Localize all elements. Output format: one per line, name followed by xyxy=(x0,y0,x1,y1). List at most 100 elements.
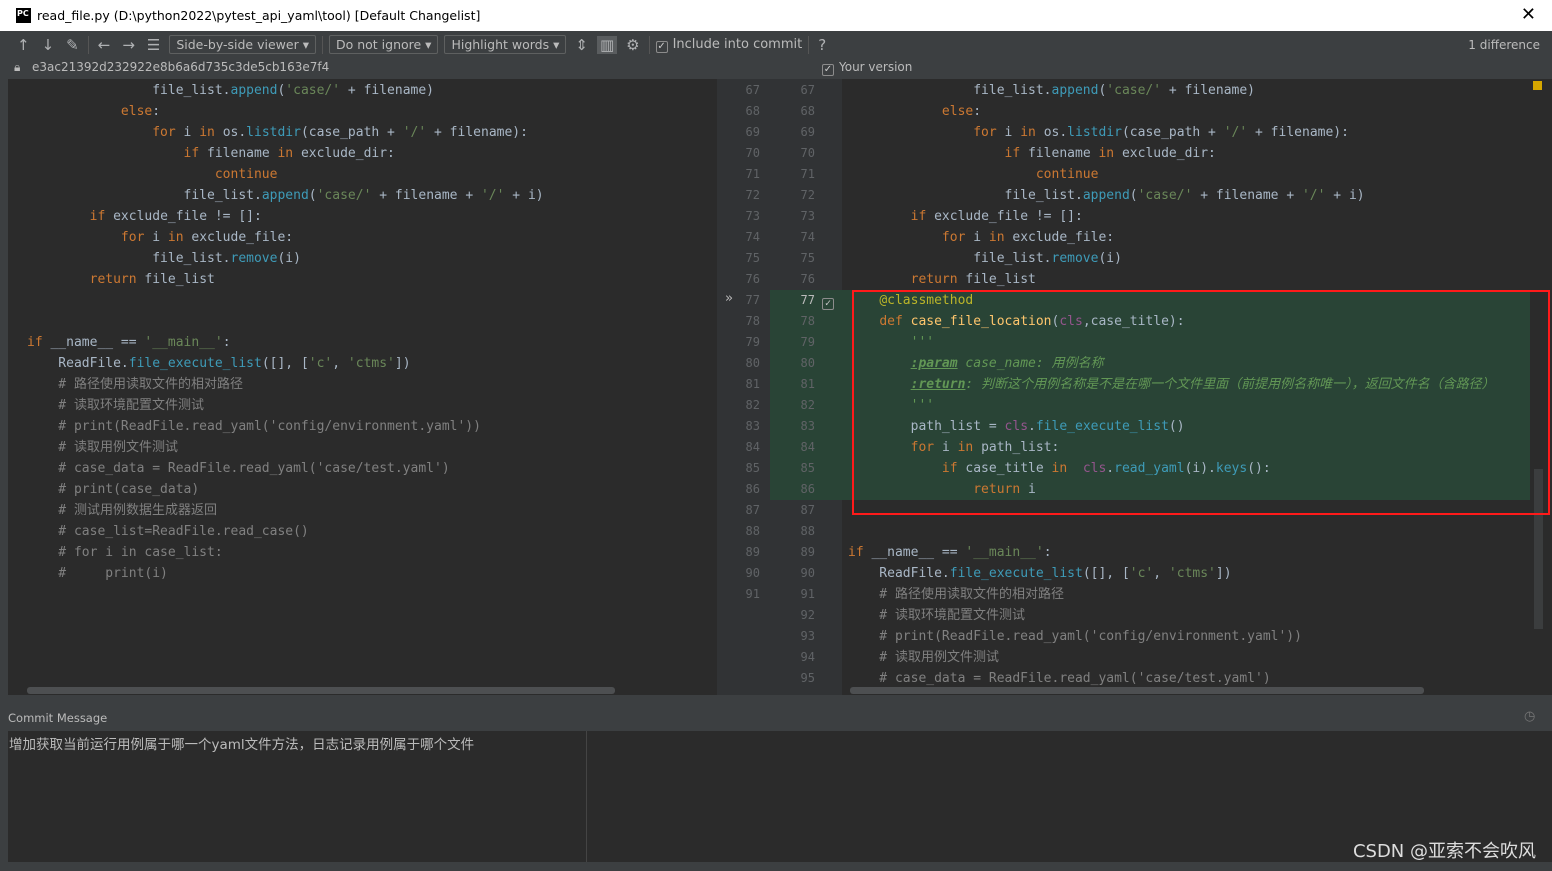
code-token: exclude_file: xyxy=(191,230,294,245)
code-token: i xyxy=(152,230,168,245)
code-line: file_list.append('case/' + filename + '/… xyxy=(8,185,717,206)
your-version-checkbox[interactable]: ✓ xyxy=(822,64,834,76)
code-line: if __name__ == '__main__': xyxy=(842,542,1530,563)
code-token: , xyxy=(332,356,348,371)
code-token: remove xyxy=(1051,251,1099,266)
viewer-dropdown[interactable]: Side-by-side viewer xyxy=(169,35,316,54)
code-line: for i in exclude_file: xyxy=(842,227,1530,248)
your-version-label: Your version xyxy=(839,60,913,74)
include-change-checkbox[interactable]: ✓ xyxy=(822,298,834,310)
code-line: else: xyxy=(842,101,1530,122)
list-icon[interactable]: ☰ xyxy=(144,36,163,54)
gear-icon[interactable]: ⚙ xyxy=(623,36,642,54)
close-icon[interactable]: ✕ xyxy=(1521,4,1536,25)
left-line-number: 88 xyxy=(745,524,760,538)
commit-message-input[interactable]: 增加获取当前运行用例属于哪一个yaml文件方法，日志记录用例属于哪个文件 xyxy=(8,731,586,862)
code-line: # for i in case_list: xyxy=(8,542,717,563)
code-token: listdir xyxy=(1067,125,1122,140)
collapse-icon[interactable]: ⇕ xyxy=(572,36,591,54)
code-token: return xyxy=(89,272,145,287)
code-token: file_execute_list xyxy=(949,566,1083,581)
highlight-box xyxy=(852,290,1550,515)
code-token: file_execute_list xyxy=(128,356,262,371)
edit-icon[interactable]: ✎ xyxy=(63,36,82,54)
code-line: # case_list=ReadFile.read_case() xyxy=(8,521,717,542)
code-token: file_list. xyxy=(27,251,231,266)
divider xyxy=(808,35,810,54)
right-line-number: 83 xyxy=(800,419,815,433)
code-token: file_list xyxy=(144,272,215,287)
code-token: 'c' xyxy=(308,356,333,371)
code-token: + filename) xyxy=(1161,83,1256,98)
code-line: else: xyxy=(8,101,717,122)
code-token: ( xyxy=(308,188,317,203)
sync-scroll-icon[interactable]: ▥ xyxy=(596,35,618,54)
left-line-number: 68 xyxy=(745,104,760,118)
watermark: CSDN @亚索不会吹风 xyxy=(1352,841,1536,862)
code-token: __name__ == xyxy=(50,335,145,350)
right-line-number: 91 xyxy=(800,587,815,601)
code-line: # print(ReadFile.read_yaml('config/envir… xyxy=(8,416,717,437)
code-line: # 读取环境配置文件测试 xyxy=(842,605,1530,626)
code-line: # case_data = ReadFile.read_yaml('case/t… xyxy=(8,458,717,479)
checkbox-icon[interactable]: ✓ xyxy=(655,40,668,53)
code-token: ([], [ xyxy=(261,356,309,371)
divider xyxy=(321,35,323,54)
history-icon[interactable]: ◷ xyxy=(1524,709,1535,724)
code-token: for xyxy=(152,125,184,140)
apply-change-icon[interactable]: » xyxy=(725,291,733,306)
ignore-dropdown[interactable]: Do not ignore xyxy=(328,35,439,54)
include-commit-checkbox[interactable]: ✓ Include into commit xyxy=(655,37,802,53)
code-line: # 读取环境配置文件测试 xyxy=(8,395,717,416)
code-line: continue xyxy=(842,164,1530,185)
code-token: else xyxy=(120,104,153,119)
code-token: file_list. xyxy=(848,188,1083,203)
right-line-number: 74 xyxy=(800,230,815,244)
difference-count: 1 difference xyxy=(1468,38,1540,52)
arrow-up-icon[interactable]: ↑ xyxy=(14,36,33,54)
left-editor[interactable]: file_list.append('case/' + filename) els… xyxy=(8,79,717,695)
code-token: exclude_file != []: xyxy=(934,209,1083,224)
revision-hash: e3ac21392d232922e8b6a6d735c3de5cb163e7f4 xyxy=(32,60,330,74)
code-token: for xyxy=(941,230,974,245)
code-token: + filename): xyxy=(426,125,528,140)
code-token: file_list. xyxy=(27,83,231,98)
right-line-number: 86 xyxy=(800,482,815,496)
code-token: : xyxy=(973,104,982,119)
left-horizontal-scrollbar[interactable] xyxy=(27,687,615,694)
code-token: filename xyxy=(207,146,278,161)
arrow-down-icon[interactable]: ↓ xyxy=(39,36,58,54)
right-line-number: 94 xyxy=(800,650,815,664)
code-token: + i) xyxy=(1325,188,1365,203)
arrow-right-icon[interactable]: → xyxy=(119,36,138,54)
code-token: # 读取用例文件测试 xyxy=(27,440,178,455)
code-token: in xyxy=(199,125,223,140)
code-token: '/' xyxy=(402,125,427,140)
arrow-left-icon[interactable]: ← xyxy=(95,36,114,54)
left-line-number: 87 xyxy=(745,503,760,517)
code-token: '/' xyxy=(480,188,505,203)
code-token: 'case/' xyxy=(285,83,341,98)
code-token: 'ctms' xyxy=(347,356,395,371)
code-token: + i) xyxy=(504,188,544,203)
code-line: file_list.remove(i) xyxy=(842,248,1530,269)
code-token: in xyxy=(1020,125,1044,140)
code-token: (i) xyxy=(277,251,301,266)
right-line-number: 81 xyxy=(800,377,815,391)
right-horizontal-scrollbar[interactable] xyxy=(850,687,1424,694)
right-line-number: 88 xyxy=(800,524,815,538)
code-token: append xyxy=(1082,188,1130,203)
highlight-dropdown[interactable]: Highlight words xyxy=(444,35,567,54)
code-token: 'c' xyxy=(1129,566,1154,581)
code-token: in xyxy=(167,230,192,245)
code-token: 'ctms' xyxy=(1168,566,1216,581)
help-icon[interactable]: ? xyxy=(815,36,829,54)
